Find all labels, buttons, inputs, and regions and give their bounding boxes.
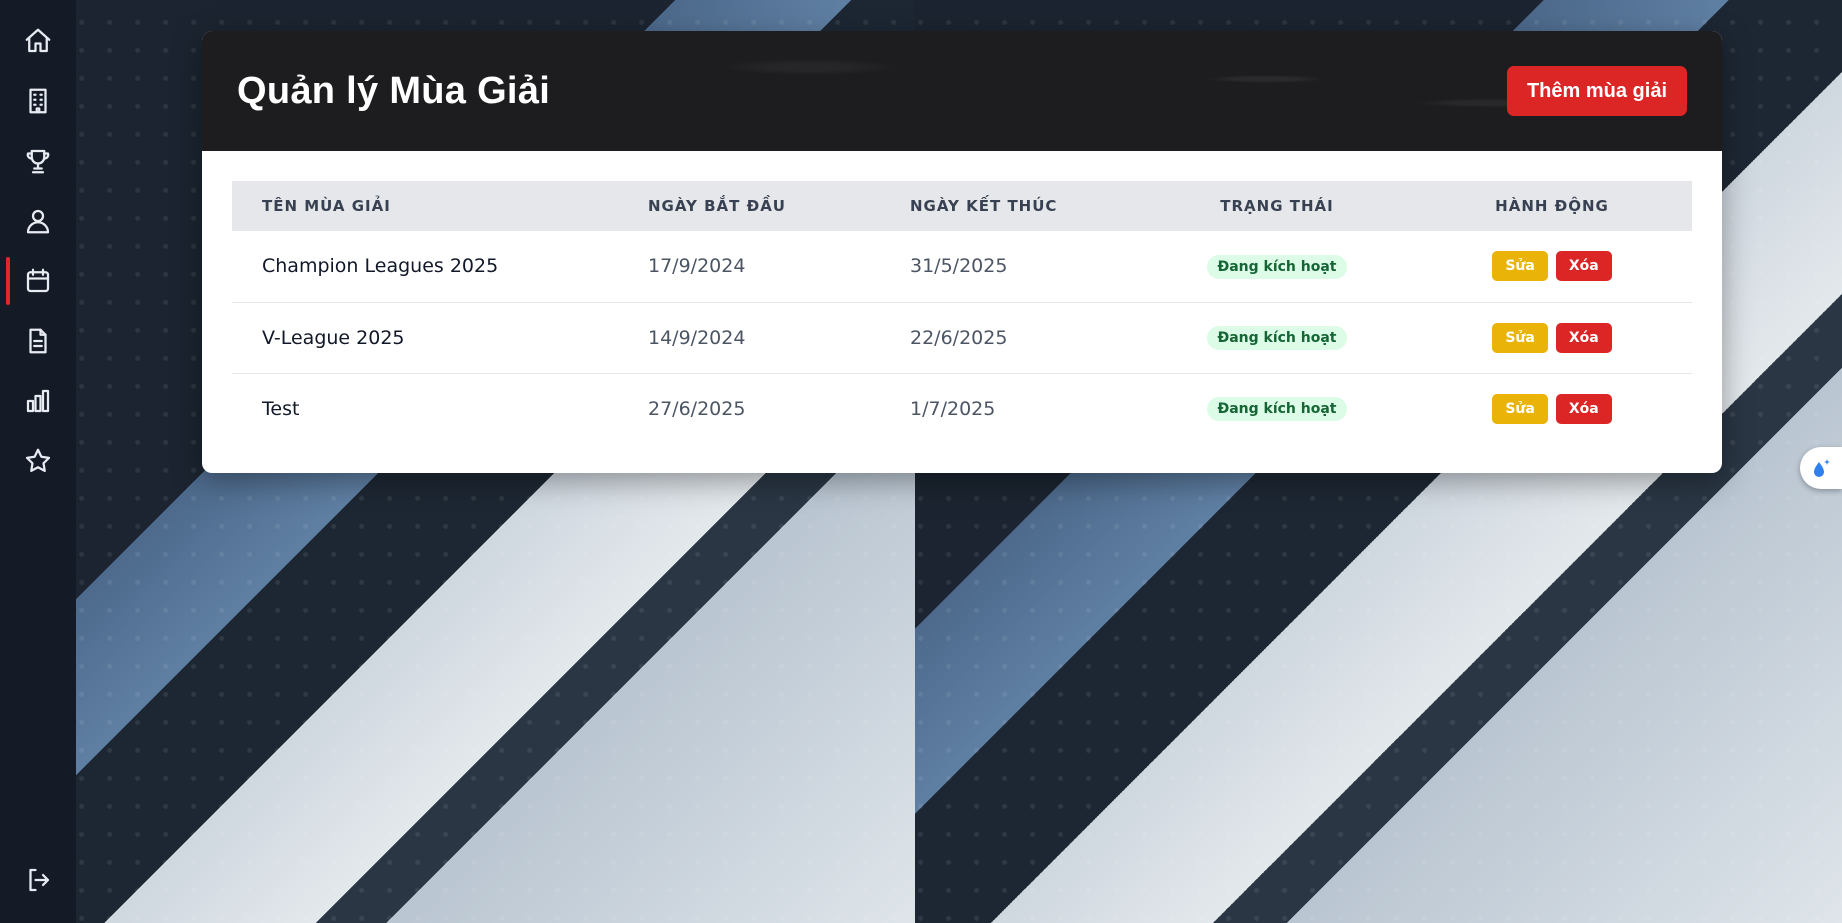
end-date: 22/6/2025 [880, 302, 1142, 374]
edit-button[interactable]: Sửa [1492, 393, 1548, 424]
sidebar [0, 0, 76, 923]
page-title: Quản lý Mùa Giải [237, 69, 551, 112]
add-season-button[interactable]: Thêm mùa giải [1506, 66, 1687, 116]
seasons-table: TÊN MÙA GIẢI NGÀY BẮT ĐẦU NGÀY KẾT THÚC … [232, 181, 1692, 444]
nav-documents[interactable] [0, 311, 76, 371]
nav-clubs[interactable] [0, 71, 76, 131]
delete-button[interactable]: Xóa [1555, 251, 1612, 282]
nav-home[interactable] [0, 11, 76, 71]
floating-assistant-widget[interactable] [1800, 447, 1842, 489]
end-date: 31/5/2025 [880, 231, 1142, 303]
delete-button[interactable]: Xóa [1555, 393, 1612, 424]
start-date: 14/9/2024 [618, 302, 880, 374]
sparkle-drop-icon [1814, 459, 1830, 477]
table-row: Champion Leagues 2025 17/9/2024 31/5/202… [232, 231, 1692, 303]
end-date: 1/7/2025 [910, 397, 996, 420]
nav-players[interactable] [0, 191, 76, 251]
star-icon [25, 448, 51, 472]
user-icon [26, 209, 50, 234]
column-header-end: NGÀY KẾT THÚC [910, 197, 1058, 215]
home-icon [25, 28, 51, 53]
table-header-row: TÊN MÙA GIẢI NGÀY BẮT ĐẦU NGÀY KẾT THÚC … [232, 181, 1692, 231]
season-name: Champion Leagues 2025 [232, 231, 618, 303]
document-icon [29, 328, 47, 354]
building-icon [29, 88, 47, 114]
column-header-actions: HÀNH ĐỘNG [1495, 197, 1609, 215]
season-name: Test [262, 397, 300, 420]
calendar-icon [26, 268, 50, 293]
status-badge: Đang kích hoạt [1207, 326, 1347, 350]
status-badge: Đang kích hoạt [1207, 254, 1347, 279]
column-header-start: NGÀY BẮT ĐẦU [648, 197, 786, 215]
edit-button[interactable]: Sửa [1492, 322, 1548, 353]
start-date: 17/9/2024 [618, 231, 880, 303]
table-row: V-League 2025 14/9/2024 22/6/2025 Đang k… [232, 302, 1692, 374]
start-date: 27/6/2025 [648, 397, 746, 420]
table-row: Test 27/6/2025 1/7/2025 Đang kích hoạt S… [232, 373, 1692, 444]
nav-favorites[interactable] [0, 431, 76, 491]
season-name: V-League 2025 [232, 302, 618, 374]
delete-button[interactable]: Xóa [1555, 322, 1612, 353]
nav-statistics[interactable] [0, 371, 76, 431]
status-badge: Đang kích hoạt [1207, 397, 1347, 422]
card-header: Quản lý Mùa Giải Thêm mùa giải [202, 31, 1722, 151]
bar-chart-icon [26, 389, 50, 413]
nav-tournaments[interactable] [0, 131, 76, 191]
column-header-status: TRẠNG THÁI [1220, 197, 1334, 215]
logout-icon [29, 868, 50, 892]
season-management-card: Quản lý Mùa Giải Thêm mùa giải TÊN MÙA G… [202, 31, 1722, 473]
trophy-icon [26, 149, 50, 174]
nav-logout[interactable] [0, 850, 76, 910]
seasons-table-wrapper: TÊN MÙA GIẢI NGÀY BẮT ĐẦU NGÀY KẾT THÚC … [202, 151, 1722, 444]
nav-seasons[interactable] [0, 251, 76, 311]
edit-button[interactable]: Sửa [1492, 251, 1548, 282]
column-header-name: TÊN MÙA GIẢI [262, 197, 391, 215]
